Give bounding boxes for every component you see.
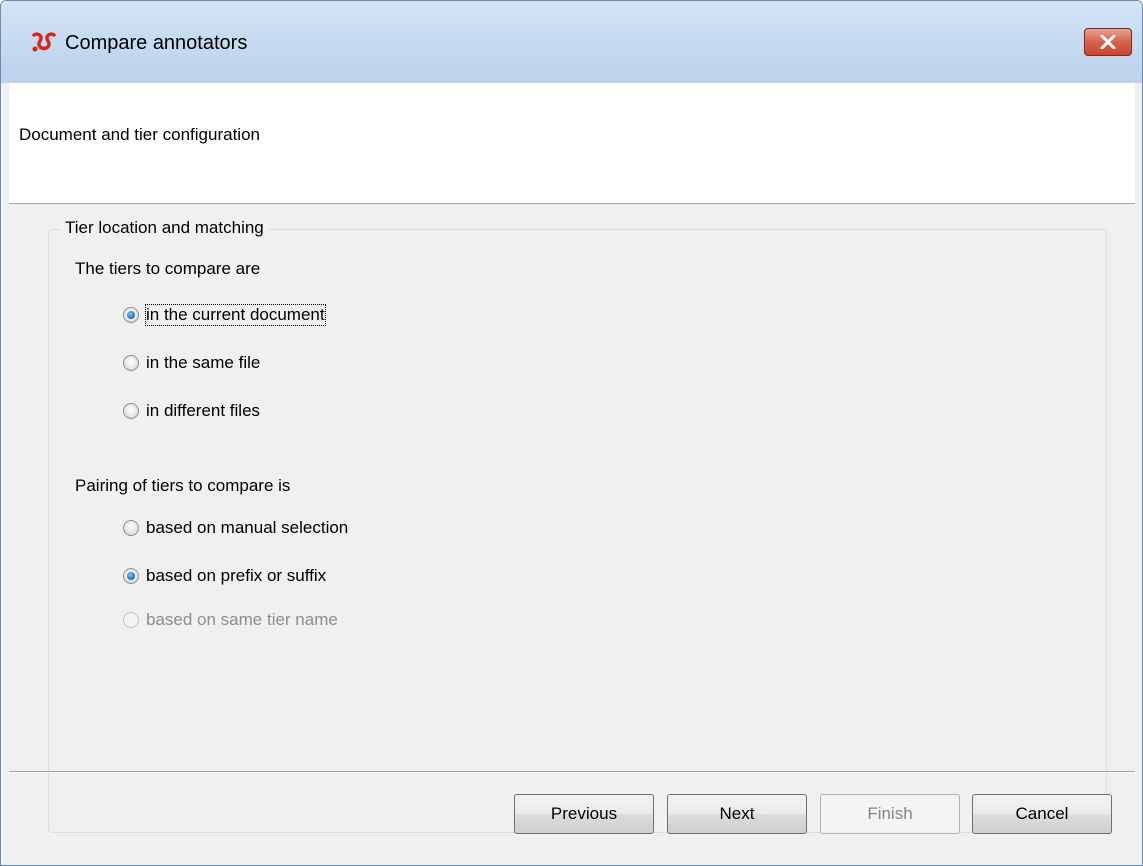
close-button[interactable]	[1084, 28, 1132, 56]
radio-button[interactable]	[123, 520, 139, 536]
radio-label: based on manual selection	[146, 518, 349, 537]
finish-button: Finish	[820, 794, 960, 834]
radio-current-document[interactable]: in the current document	[123, 303, 326, 327]
step-title: Document and tier configuration	[19, 125, 260, 144]
pairing-label: Pairing of tiers to compare is	[75, 476, 291, 495]
group-legend: Tier location and matching	[61, 218, 268, 238]
radio-button[interactable]	[123, 355, 139, 371]
title-bar[interactable]: Compare annotators	[1, 1, 1142, 83]
radio-same-file[interactable]: in the same file	[123, 351, 260, 375]
radio-button-checked[interactable]	[123, 568, 139, 584]
cancel-button[interactable]: Cancel	[972, 794, 1112, 834]
close-icon	[1100, 35, 1116, 49]
dialog-content: Document and tier configuration Tier loc…	[9, 83, 1135, 858]
radio-label: in the same file	[146, 353, 261, 372]
radio-same-tier-name: based on same tier name	[123, 608, 338, 632]
dialog-window: Compare annotators Document and tier con…	[0, 0, 1143, 866]
radio-button-disabled	[123, 612, 139, 628]
previous-button[interactable]: Previous	[514, 794, 654, 834]
radio-button-checked[interactable]	[123, 307, 139, 323]
radio-label: based on same tier name	[146, 610, 338, 629]
step-header: Document and tier configuration	[9, 83, 1135, 204]
radio-manual-selection[interactable]: based on manual selection	[123, 516, 348, 540]
next-button[interactable]: Next	[667, 794, 807, 834]
button-separator	[9, 771, 1135, 773]
tier-location-label: The tiers to compare are	[75, 259, 261, 278]
elan-logo-icon	[31, 31, 57, 53]
radio-label: based on prefix or suffix	[146, 566, 327, 585]
radio-prefix-suffix[interactable]: based on prefix or suffix	[123, 564, 326, 588]
radio-label: in different files	[146, 401, 261, 420]
window-title: Compare annotators	[65, 32, 248, 54]
radio-label: in the current document	[145, 304, 326, 326]
radio-different-files[interactable]: in different files	[123, 399, 260, 423]
radio-button[interactable]	[123, 403, 139, 419]
